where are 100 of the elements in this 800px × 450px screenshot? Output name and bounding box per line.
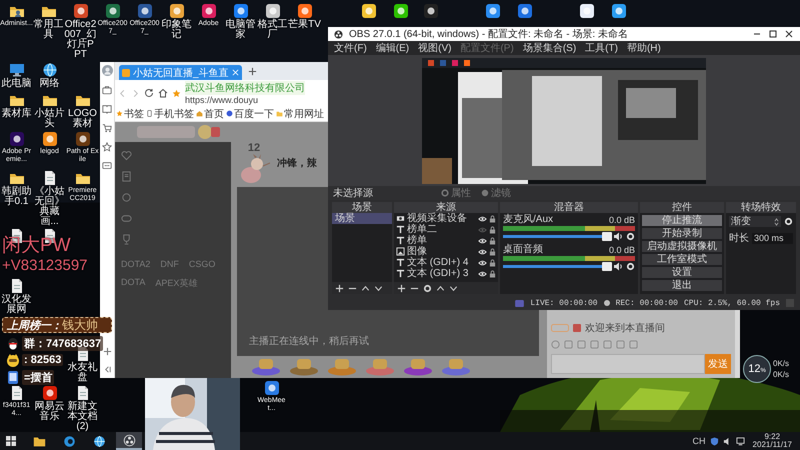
ring-icon[interactable] — [121, 192, 132, 203]
icon-label[interactable]: 格式工厂 — [256, 20, 289, 40]
source-item[interactable]: 榜单二 — [407, 224, 476, 235]
icon-label[interactable]: 芒果TV — [288, 20, 321, 30]
close-icon[interactable] — [784, 29, 794, 39]
app-icon[interactable] — [484, 3, 500, 19]
source-item[interactable]: 榜单 — [407, 235, 476, 246]
address-field[interactable]: 武汉斗鱼网络科技有限公司 https://www.douyu — [185, 81, 321, 105]
app-icon[interactable] — [422, 3, 438, 19]
menu-item[interactable]: 帮助(H) — [626, 41, 661, 55]
bookmark[interactable]: 首页 — [196, 106, 224, 120]
lock-icon[interactable] — [489, 236, 496, 244]
app-icon[interactable] — [610, 3, 626, 19]
gear-icon[interactable] — [784, 217, 793, 226]
icon-label[interactable]: 水友礼盘 — [66, 363, 99, 383]
bookmark[interactable]: 手机书签 — [146, 106, 194, 120]
icon-label[interactable]: LOGO素材 — [66, 109, 99, 129]
star-icon[interactable] — [172, 88, 181, 98]
app-icon[interactable] — [74, 131, 90, 147]
icon-label[interactable]: 小姑片头 — [33, 109, 66, 129]
icon-label[interactable]: 汉化发展网 — [0, 295, 33, 315]
scene-item[interactable]: 场景 — [332, 213, 392, 224]
browser-tab[interactable]: 小姑无回直播_斗鱼直 — [119, 65, 242, 80]
trophy-icon[interactable] — [121, 234, 132, 245]
volume-slider[interactable] — [503, 235, 610, 238]
add-icon[interactable] — [102, 347, 112, 356]
lock-icon[interactable] — [489, 270, 496, 278]
network-icon[interactable] — [736, 436, 745, 446]
lock-icon[interactable] — [489, 226, 496, 234]
gear-icon[interactable] — [423, 284, 432, 292]
chat-icon[interactable] — [102, 161, 112, 171]
control-button[interactable]: 设置 — [642, 267, 722, 278]
control-button[interactable]: 工作室模式 — [642, 254, 722, 265]
app-icon[interactable] — [136, 3, 152, 19]
collapse-icon[interactable] — [102, 365, 112, 374]
up-icon[interactable] — [436, 284, 445, 292]
source-item[interactable]: 文本 (GDI+) 4 — [407, 257, 476, 268]
menu-item[interactable]: 视图(V) — [418, 41, 452, 55]
transition-select[interactable]: 渐变 — [729, 216, 781, 227]
clock-time[interactable]: 9:22 — [764, 433, 780, 441]
speaker-icon[interactable] — [613, 262, 623, 271]
control-button[interactable]: 启动虚拟摄像机 — [642, 241, 722, 252]
lock-icon[interactable] — [489, 214, 496, 222]
app-icon[interactable] — [264, 380, 280, 396]
down-icon[interactable] — [449, 284, 458, 292]
taskbar-button[interactable] — [116, 432, 142, 450]
app-icon[interactable] — [360, 3, 376, 19]
control-button[interactable]: 停止推流 — [642, 215, 722, 226]
icon-label[interactable]: 韩剧助手0.1 — [0, 187, 33, 207]
menu-item[interactable]: 工具(T) — [585, 41, 618, 55]
source-item[interactable]: 文本 (GDI+) 3 — [407, 268, 476, 279]
globe-icon[interactable] — [42, 62, 58, 78]
up-icon[interactable] — [361, 284, 370, 292]
bookmark[interactable]: 常用网址 — [276, 106, 324, 120]
app-icon[interactable] — [296, 3, 312, 19]
gear-icon[interactable] — [626, 232, 635, 241]
badge-icon[interactable] — [403, 358, 433, 376]
app-icon[interactable] — [200, 3, 216, 19]
maximize-icon[interactable] — [768, 29, 778, 39]
control-button[interactable]: 退出 — [642, 280, 722, 291]
icon-label[interactable]: 素材库 — [0, 109, 33, 119]
add-icon[interactable] — [335, 284, 344, 292]
gear-icon[interactable] — [626, 262, 635, 271]
icon-label[interactable]: 此电脑 — [0, 79, 33, 89]
speaker-icon[interactable] — [613, 232, 623, 241]
reload-icon[interactable] — [144, 88, 154, 98]
add-icon[interactable] — [397, 284, 406, 292]
input-method[interactable]: CH — [692, 436, 706, 446]
icon-label[interactable]: 印象笔记 — [160, 20, 193, 40]
volume-slider[interactable] — [503, 265, 610, 268]
icon-label[interactable]: 《小姑无回》典藏画... — [33, 187, 66, 227]
app-icon[interactable] — [42, 385, 58, 401]
app-icon[interactable] — [8, 131, 24, 147]
duration-field[interactable]: 300 ms — [752, 232, 793, 244]
app-icon[interactable] — [168, 3, 184, 19]
app-icon[interactable] — [516, 3, 532, 19]
chat-input[interactable] — [551, 354, 705, 374]
icon-label[interactable]: 电脑管家 — [224, 20, 257, 40]
icon-label[interactable]: 新建文本文档 (2) — [66, 402, 99, 432]
menu-item[interactable]: 场景集合(S) — [522, 41, 576, 55]
icon-label[interactable]: Office2007_幻灯片PPT — [64, 20, 97, 60]
home-icon[interactable] — [158, 88, 168, 98]
star-icon[interactable] — [102, 142, 112, 152]
menu-item[interactable]: 编辑(E) — [376, 41, 410, 55]
lock-icon[interactable] — [489, 248, 496, 256]
app-icon[interactable] — [72, 3, 88, 19]
bookmark[interactable]: 百度一下 — [226, 106, 274, 120]
source-item[interactable]: 图像 — [407, 246, 476, 257]
app-icon[interactable] — [264, 3, 280, 19]
cart-icon[interactable] — [102, 123, 112, 133]
icon-label[interactable]: 常用工具 — [32, 20, 65, 40]
source-item[interactable]: 视频采集设备 — [407, 213, 476, 224]
heart-icon[interactable] — [121, 150, 132, 161]
windows-icon[interactable] — [6, 436, 16, 446]
app-icon[interactable] — [392, 3, 408, 19]
icon-label[interactable]: 网络 — [33, 79, 66, 89]
new-tab-icon[interactable] — [248, 66, 257, 76]
app-icon[interactable] — [42, 131, 58, 147]
app-icon[interactable] — [578, 3, 594, 19]
icon-label[interactable]: 网易云音乐 — [33, 402, 66, 422]
